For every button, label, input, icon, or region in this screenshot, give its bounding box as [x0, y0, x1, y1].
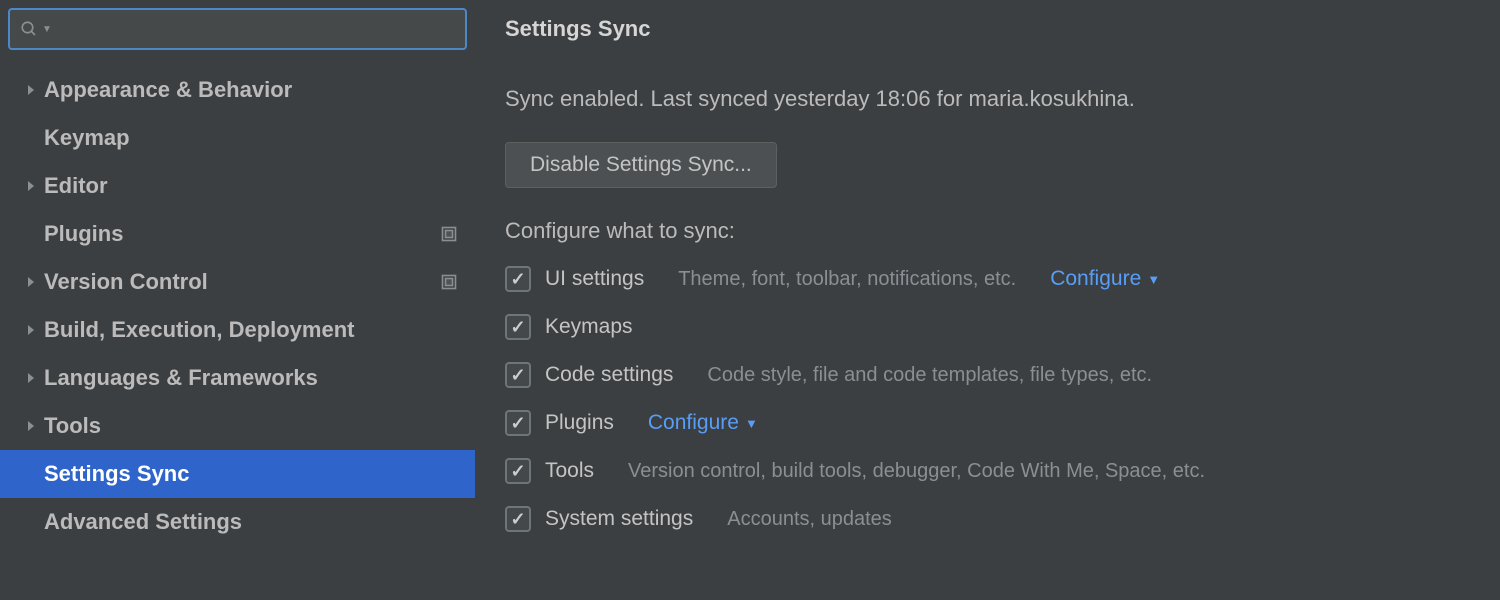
sync-item-label: System settings: [545, 507, 693, 531]
project-level-icon: [441, 274, 457, 290]
sync-item-row: UI settings Theme, font, toolbar, notific…: [505, 266, 1470, 292]
settings-sidebar: ▼ Appearance & Behavior Keymap Editor Plugi…: [0, 0, 475, 600]
sync-item-checkbox[interactable]: [505, 362, 531, 388]
sync-item-label: UI settings: [545, 267, 644, 291]
project-level-icon: [441, 226, 457, 242]
sync-item-row: System settings Accounts, updates: [505, 506, 1470, 532]
sync-item-desc: Theme, font, toolbar, notifications, etc…: [678, 268, 1016, 291]
chevron-right-icon: [18, 324, 44, 336]
sync-item-checkbox[interactable]: [505, 458, 531, 484]
sidebar-item-advanced-settings[interactable]: Advanced Settings: [0, 498, 475, 546]
sidebar-item-tools[interactable]: Tools: [0, 402, 475, 450]
sync-item-desc: Accounts, updates: [727, 508, 892, 531]
configure-link[interactable]: Configure▼: [1050, 267, 1160, 291]
sync-status-text: Sync enabled. Last synced yesterday 18:0…: [505, 86, 1470, 112]
sidebar-item-label: Appearance & Behavior: [44, 77, 475, 103]
disable-sync-button[interactable]: Disable Settings Sync...: [505, 142, 777, 188]
sidebar-item-label: Editor: [44, 173, 475, 199]
sidebar-item-label: Advanced Settings: [44, 509, 475, 535]
sidebar-item-label: Plugins: [44, 221, 441, 247]
sidebar-item-build-execution-deployment[interactable]: Build, Execution, Deployment: [0, 306, 475, 354]
sync-item-checkbox[interactable]: [505, 266, 531, 292]
sync-item-desc: Code style, file and code templates, fil…: [707, 364, 1152, 387]
settings-main: Settings Sync Sync enabled. Last synced …: [475, 0, 1500, 600]
chevron-right-icon: [18, 372, 44, 384]
sidebar-item-appearance-behavior[interactable]: Appearance & Behavior: [0, 66, 475, 114]
search-icon: [20, 20, 38, 38]
search-box[interactable]: ▼: [8, 8, 467, 50]
search-input[interactable]: [58, 18, 455, 41]
sync-items-list: UI settings Theme, font, toolbar, notific…: [505, 266, 1470, 532]
chevron-down-icon: ▼: [745, 416, 758, 431]
chevron-down-icon: ▼: [1147, 272, 1160, 287]
sync-item-row: Keymaps: [505, 314, 1470, 340]
sidebar-item-version-control[interactable]: Version Control: [0, 258, 475, 306]
sidebar-item-label: Build, Execution, Deployment: [44, 317, 475, 343]
sync-item-row: Code settings Code style, file and code t…: [505, 362, 1470, 388]
sidebar-item-label: Languages & Frameworks: [44, 365, 475, 391]
sidebar-item-label: Tools: [44, 413, 475, 439]
sync-item-label: Plugins: [545, 411, 614, 435]
sync-item-label: Keymaps: [545, 315, 633, 339]
sidebar-item-languages-frameworks[interactable]: Languages & Frameworks: [0, 354, 475, 402]
chevron-right-icon: [18, 420, 44, 432]
sync-item-checkbox[interactable]: [505, 506, 531, 532]
sidebar-item-keymap[interactable]: Keymap: [0, 114, 475, 162]
sync-item-row: Plugins Configure▼: [505, 410, 1470, 436]
sidebar-item-label: Settings Sync: [44, 461, 475, 487]
search-wrap: ▼: [0, 0, 475, 62]
chevron-right-icon: [18, 180, 44, 192]
settings-tree: Appearance & Behavior Keymap Editor Plugins…: [0, 62, 475, 600]
page-title: Settings Sync: [505, 16, 1470, 42]
chevron-right-icon: [18, 84, 44, 96]
configure-section-label: Configure what to sync:: [505, 218, 1470, 244]
sync-item-label: Tools: [545, 459, 594, 483]
configure-link[interactable]: Configure▼: [648, 411, 758, 435]
sidebar-item-plugins[interactable]: Plugins: [0, 210, 475, 258]
sync-item-desc: Version control, build tools, debugger, …: [628, 460, 1205, 483]
sync-item-checkbox[interactable]: [505, 314, 531, 340]
sidebar-item-label: Keymap: [44, 125, 475, 151]
search-options-chevron-icon[interactable]: ▼: [42, 24, 52, 35]
sync-item-label: Code settings: [545, 363, 673, 387]
sync-item-checkbox[interactable]: [505, 410, 531, 436]
sidebar-item-settings-sync[interactable]: Settings Sync: [0, 450, 475, 498]
sidebar-item-editor[interactable]: Editor: [0, 162, 475, 210]
sync-item-row: Tools Version control, build tools, debug…: [505, 458, 1470, 484]
sidebar-item-label: Version Control: [44, 269, 441, 295]
chevron-right-icon: [18, 276, 44, 288]
